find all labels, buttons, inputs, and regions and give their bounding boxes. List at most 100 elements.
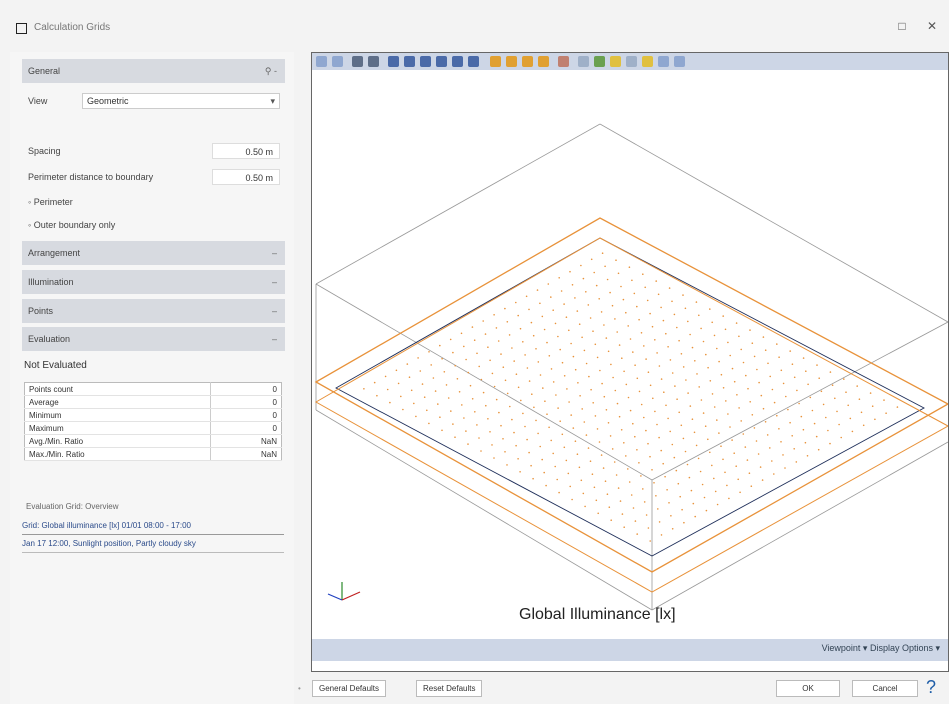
grid-point [597,512,599,515]
grid-point [697,457,700,460]
pan-icon[interactable] [506,56,517,67]
grid-point [589,460,592,463]
grid-point [829,371,832,373]
grid-point [667,346,669,348]
section-illumination[interactable]: Illumination – [22,270,285,294]
undo-icon[interactable] [316,56,327,67]
grid-point [711,393,714,395]
select-icon[interactable] [352,56,363,67]
more-icon[interactable] [674,56,685,67]
grid-point [829,442,831,445]
fit-icon[interactable] [538,56,549,67]
help-icon[interactable]: ? [926,677,946,697]
light-icon[interactable] [594,56,605,67]
grid-point [673,313,676,316]
grid-point [550,296,552,298]
view-back-icon[interactable] [404,56,415,67]
close-icon[interactable]: ✕ [925,19,939,33]
grid-point [795,461,798,463]
grid-point [397,382,400,385]
view-left-icon[interactable] [420,56,431,67]
grid-point [729,354,731,357]
section-arrangement[interactable]: Arrangement – [22,241,285,265]
grid-point [656,352,658,354]
grid-point [556,478,558,481]
view-front-icon[interactable] [388,56,399,67]
zoom-icon[interactable] [522,56,533,67]
general-defaults-button[interactable]: General Defaults [312,680,387,697]
cancel-button[interactable]: Cancel [852,680,918,697]
grid-point [843,378,845,380]
grid-point [558,491,560,494]
grid-point [569,485,571,488]
grid-point [428,422,430,425]
grid-point [566,388,568,390]
grid-point [851,430,854,433]
grid-point [702,340,705,343]
redo-icon[interactable] [332,56,343,67]
section-evaluation[interactable]: Evaluation – [22,327,285,351]
section-general-label: General [28,66,61,76]
section-general[interactable]: General ⚲ - [22,59,285,83]
grid-point [750,485,753,488]
grid-icon[interactable] [626,56,637,67]
grid-point [522,341,524,343]
grid-point [655,280,657,282]
grid-point [544,400,546,403]
grid-point [618,415,621,418]
view-select[interactable]: Geometric ▾ [82,93,280,109]
render-icon[interactable] [642,56,653,67]
orbit-icon[interactable] [490,56,501,67]
grid-point [704,425,707,428]
grid-point [565,459,568,462]
grid-point [722,315,724,317]
pin-collapse-icon[interactable]: ⚲ - [265,59,277,83]
grid-point [718,432,720,434]
grid-point [677,482,680,485]
stat-label: Points count [24,382,211,396]
grid-point [678,411,680,414]
outer-boundary-checkbox[interactable]: ◦ Outer boundary only [28,220,115,230]
view-iso-icon[interactable] [468,56,479,67]
grid-info-link[interactable]: Grid: Global illuminance [lx] 01/01 08:0… [22,518,284,535]
grid-point [690,489,693,492]
section-points[interactable]: Points – [22,299,285,323]
grid-point [587,447,590,449]
pointer-icon[interactable] [368,56,379,67]
grid-point [674,385,676,387]
distance-input[interactable]: 0.50 m [212,169,280,185]
measure-icon[interactable] [558,56,569,67]
grid-point [623,370,625,373]
camera-icon[interactable] [578,56,589,67]
ok-button[interactable]: OK [776,680,840,697]
sky-info-link[interactable]: Jan 17 12:00, Sunlight position, Partly … [22,536,284,553]
grid-point [636,377,639,380]
grid-point [760,394,763,397]
grid-point [400,395,402,398]
grid-point [437,403,439,405]
perimeter-checkbox[interactable]: ◦ Perimeter [28,197,73,207]
grid-point [805,370,807,373]
grid-point [363,388,365,390]
grid-point [771,460,773,462]
grid-point [474,411,476,413]
view-right-icon[interactable] [436,56,447,67]
grid-point [773,473,775,475]
grid-point [583,421,586,423]
grid-point [491,372,494,375]
maximize-icon[interactable]: □ [895,19,909,33]
viewer-status-bar: Viewpoint ▾ Display Options ▾ [312,639,948,661]
chevron-down-icon: – [271,277,277,287]
stat-label: Max./Min. Ratio [24,447,211,461]
spacing-input[interactable]: 0.50 m [212,143,280,159]
viewpoint-display-options[interactable]: Viewpoint ▾ Display Options ▾ [822,643,940,654]
reset-defaults-button[interactable]: Reset Defaults [416,680,483,697]
stat-value: 0 [210,395,282,409]
view-top-icon[interactable] [452,56,463,67]
grid-point [789,421,791,424]
sun-icon[interactable] [610,56,621,67]
grid-point [450,410,452,412]
refresh-icon[interactable] [658,56,669,67]
grid-point [384,375,387,378]
grid-point [542,387,544,389]
